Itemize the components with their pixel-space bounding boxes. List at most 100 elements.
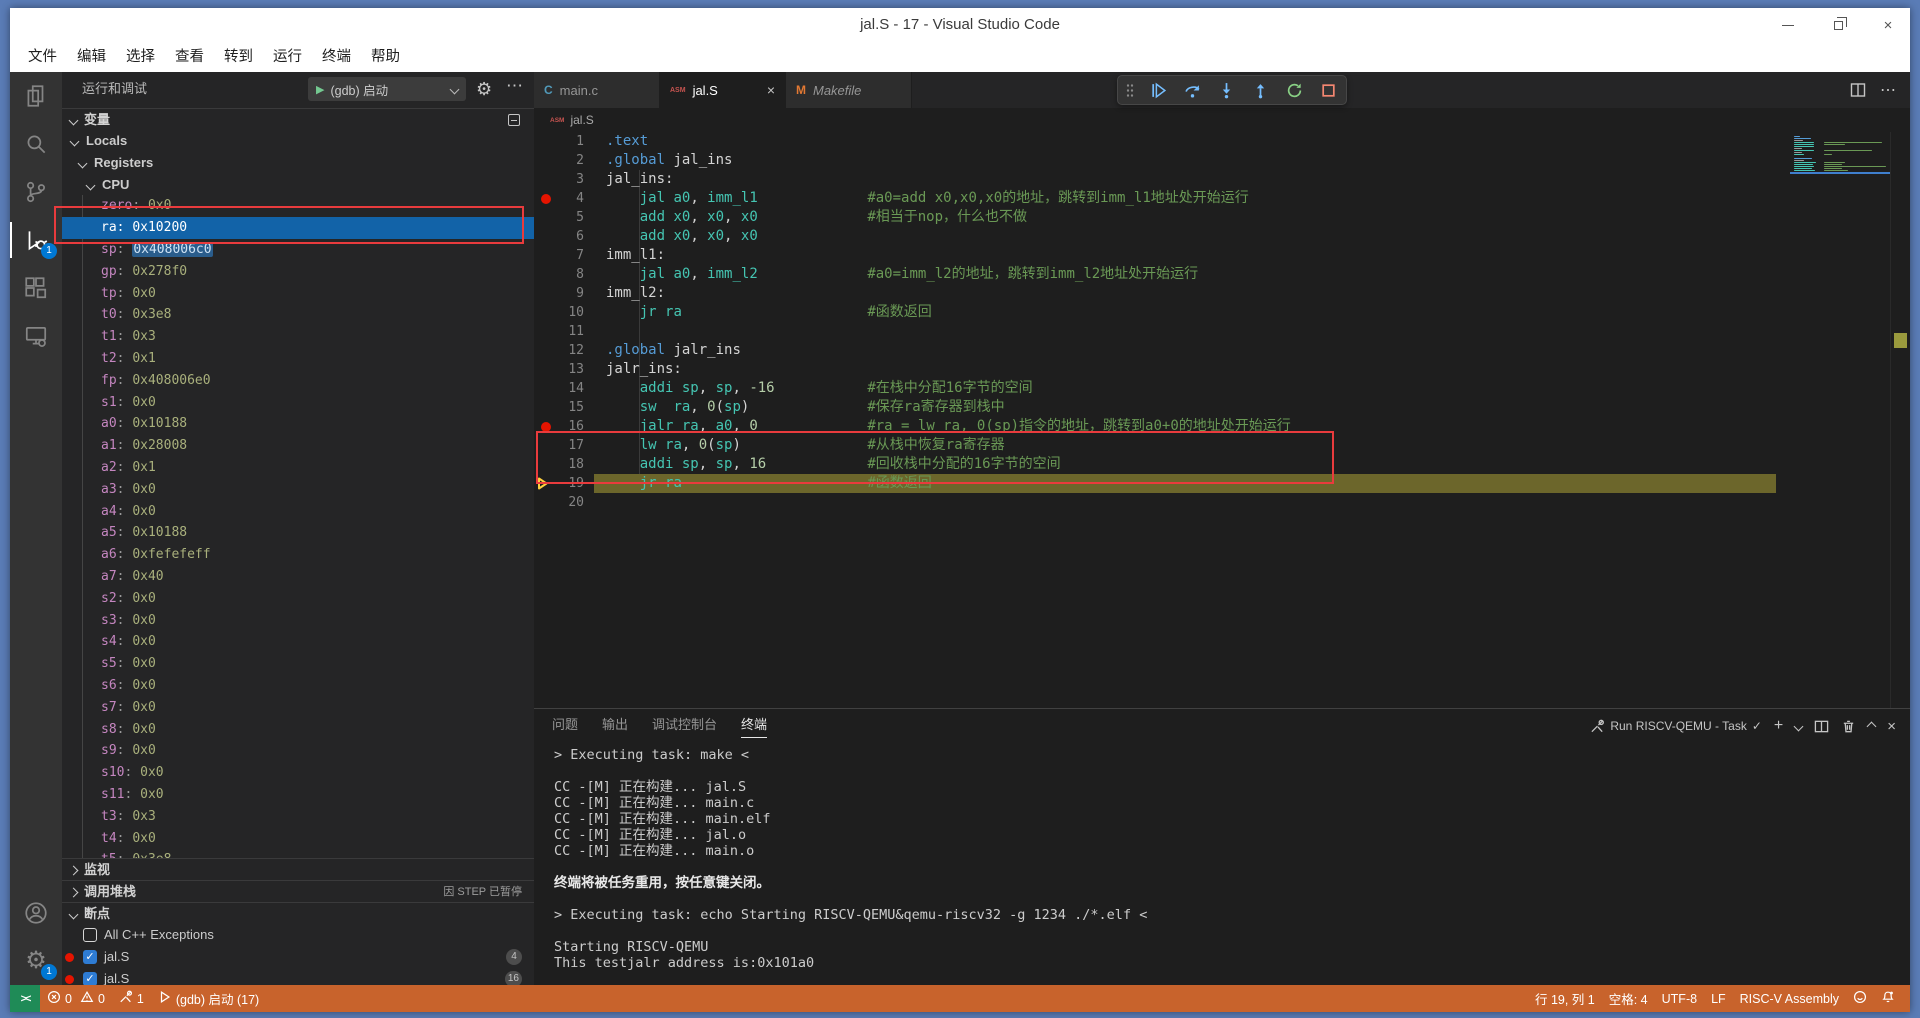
register-row[interactable]: s9: 0x0 xyxy=(62,740,534,762)
register-row[interactable]: s2: 0x0 xyxy=(62,588,534,610)
menu-item-帮助[interactable]: 帮助 xyxy=(361,42,410,72)
code-line[interactable]: 5 add x0, x0, x0 #相当于nop，什么也不做 xyxy=(534,208,1910,227)
launch-config-dropdown[interactable]: ▶ (gdb) 启动 xyxy=(308,77,466,101)
tab-main.c[interactable]: Cmain.c xyxy=(534,72,660,108)
breadcrumb[interactable]: ASM jal.S xyxy=(534,108,1910,132)
breakpoint-dot-icon[interactable] xyxy=(541,421,551,432)
register-row[interactable]: a7: 0x40 xyxy=(62,566,534,588)
overview-ruler[interactable] xyxy=(1890,132,1910,708)
register-row[interactable]: t0: 0x3e8 xyxy=(62,304,534,326)
code-line[interactable]: 10 jr ra #函数返回 xyxy=(534,303,1910,322)
terminal-output[interactable]: > Executing task: make < CC -[M] 正在构建...… xyxy=(534,743,1910,985)
code-line[interactable]: 8 jal a0, imm_l2 #a0=imm_l2的地址，跳转到imm_l2… xyxy=(534,265,1910,284)
register-row[interactable]: a1: 0x28008 xyxy=(62,435,534,457)
panel-tab-问题[interactable]: 问题 xyxy=(552,709,578,743)
register-row[interactable]: a6: 0xfefefeff xyxy=(62,544,534,566)
menu-item-选择[interactable]: 选择 xyxy=(116,42,165,72)
split-terminal-icon[interactable] xyxy=(1814,719,1829,734)
register-row[interactable]: s4: 0x0 xyxy=(62,631,534,653)
split-editor-icon[interactable] xyxy=(1850,82,1866,98)
register-row[interactable]: s5: 0x0 xyxy=(62,653,534,675)
register-row[interactable]: s8: 0x0 xyxy=(62,719,534,741)
launch-settings-gear-icon[interactable]: ⚙ xyxy=(476,77,492,101)
panel-tab-调试控制台[interactable]: 调试控制台 xyxy=(652,709,717,743)
problems-status[interactable]: 0 0 xyxy=(40,985,112,1012)
callstack-section-header[interactable]: 调用堆栈 因 STEP 已暂停 xyxy=(62,880,534,902)
terminal-task-label[interactable]: Run RISCV-QEMU - Task ✓ xyxy=(1590,719,1762,734)
register-row[interactable]: s6: 0x0 xyxy=(62,675,534,697)
menu-item-转到[interactable]: 转到 xyxy=(214,42,263,72)
breakpoint-row[interactable]: ✓ jal.S 16 xyxy=(62,968,534,985)
code-line[interactable]: 3 jal_ins: xyxy=(534,170,1910,189)
code-line[interactable]: 7 imm_l1: xyxy=(534,246,1910,265)
step-into-button[interactable] xyxy=(1216,80,1236,100)
code-line[interactable]: 19 jr ra #函数返回 xyxy=(534,474,1910,493)
code-line[interactable]: 13 jalr_ins: xyxy=(534,360,1910,379)
stop-button[interactable] xyxy=(1318,80,1338,100)
feedback-button[interactable] xyxy=(1846,985,1874,1012)
tab-Makefile[interactable]: M Makefile xyxy=(786,72,912,108)
code-line[interactable]: 4 jal a0, imm_l1 #a0=add x0,x0,x0的地址，跳转到… xyxy=(534,189,1910,208)
breakpoint-dot-icon[interactable] xyxy=(541,193,551,204)
terminal-dropdown-icon[interactable] xyxy=(1793,721,1804,731)
register-row[interactable]: a5: 0x10188 xyxy=(62,522,534,544)
breakpoints-section-header[interactable]: 断点 xyxy=(62,902,534,924)
register-row[interactable]: s10: 0x0 xyxy=(62,762,534,784)
code-line[interactable]: 18 addi sp, sp, 16 #回收栈中分配的16字节的空间 xyxy=(534,455,1910,474)
restart-button[interactable] xyxy=(1284,80,1304,100)
register-row[interactable]: zero: 0x0 xyxy=(62,195,534,217)
notifications-button[interactable] xyxy=(1874,985,1902,1012)
activitybar-explorer[interactable] xyxy=(10,72,62,120)
sidebar-more-actions[interactable]: ⋯ xyxy=(506,74,524,98)
register-row[interactable]: fp: 0x408006e0 xyxy=(62,370,534,392)
register-row[interactable]: sp: 0x408006c0 xyxy=(62,239,534,261)
more-actions-icon[interactable]: ⋯ xyxy=(1880,80,1896,100)
scope-row-registers[interactable]: Registers xyxy=(62,152,534,174)
activitybar-settings[interactable]: ⚙ 1 xyxy=(10,937,62,985)
code-line[interactable]: 17 lw ra, 0(sp) #从栈中恢复ra寄存器 xyxy=(534,436,1910,455)
tab-jal.S[interactable]: ASM jal.S × xyxy=(660,72,786,108)
variables-section-header[interactable]: 变量 xyxy=(62,108,534,130)
close-panel-icon[interactable]: × xyxy=(1887,718,1896,735)
code-line[interactable]: 12 .global jalr_ins xyxy=(534,341,1910,360)
breakpoint-checkbox[interactable]: ✓ xyxy=(83,950,97,964)
watch-section-header[interactable]: 监视 xyxy=(62,858,534,880)
activitybar-search[interactable] xyxy=(10,120,62,168)
register-row[interactable]: s3: 0x0 xyxy=(62,610,534,632)
menu-item-运行[interactable]: 运行 xyxy=(263,42,312,72)
start-debug-icon[interactable]: ▶ xyxy=(316,83,324,96)
register-row[interactable]: t1: 0x3 xyxy=(62,326,534,348)
code-editor[interactable]: 1 .text 2 .global jal_ins 3 jal_ins: 4 jal a0,… xyxy=(534,132,1910,708)
tasks-status[interactable]: 1 xyxy=(112,985,151,1012)
step-out-button[interactable] xyxy=(1250,80,1270,100)
activitybar-run-debug[interactable]: 1 xyxy=(10,216,62,264)
activitybar-remote-explorer[interactable] xyxy=(10,312,62,360)
remote-indicator[interactable]: >< xyxy=(10,985,40,1012)
indentation[interactable]: 空格: 4 xyxy=(1602,985,1655,1012)
register-row[interactable]: t5: 0x3e8 xyxy=(62,849,534,858)
register-row[interactable]: ra: 0x10200 xyxy=(62,217,534,240)
panel-tab-输出[interactable]: 输出 xyxy=(602,709,628,743)
maximize-panel-icon[interactable] xyxy=(1866,721,1877,731)
continue-button[interactable] xyxy=(1148,80,1168,100)
code-line[interactable]: 6 add x0, x0, x0 xyxy=(534,227,1910,246)
toolbar-grip-handle[interactable] xyxy=(1126,83,1134,97)
scope-row-locals[interactable]: Locals xyxy=(62,130,534,152)
code-line[interactable]: 2 .global jal_ins xyxy=(534,151,1910,170)
encoding[interactable]: UTF-8 xyxy=(1655,985,1704,1012)
breakpoint-row[interactable]: ✓ jal.S 4 xyxy=(62,946,534,968)
eol[interactable]: LF xyxy=(1704,985,1733,1012)
code-line[interactable]: 1 .text xyxy=(534,132,1910,151)
register-row[interactable]: s11: 0x0 xyxy=(62,784,534,806)
activitybar-source-control[interactable] xyxy=(10,168,62,216)
register-row[interactable]: s1: 0x0 xyxy=(62,392,534,414)
register-row[interactable]: a3: 0x0 xyxy=(62,479,534,501)
language-mode[interactable]: RISC-V Assembly xyxy=(1733,985,1846,1012)
code-line[interactable]: 9 imm_l2: xyxy=(534,284,1910,303)
panel-tab-终端[interactable]: 终端 xyxy=(741,709,768,743)
trash-icon[interactable] xyxy=(1841,719,1856,734)
register-row[interactable]: s7: 0x0 xyxy=(62,697,534,719)
code-line[interactable]: 16 jalr ra, a0, 0 #ra = lw ra, 0(sp)指令的地… xyxy=(534,417,1910,436)
code-line[interactable]: 11 xyxy=(534,322,1910,341)
debug-session-status[interactable]: (gdb) 启动 (17) xyxy=(151,985,266,1012)
